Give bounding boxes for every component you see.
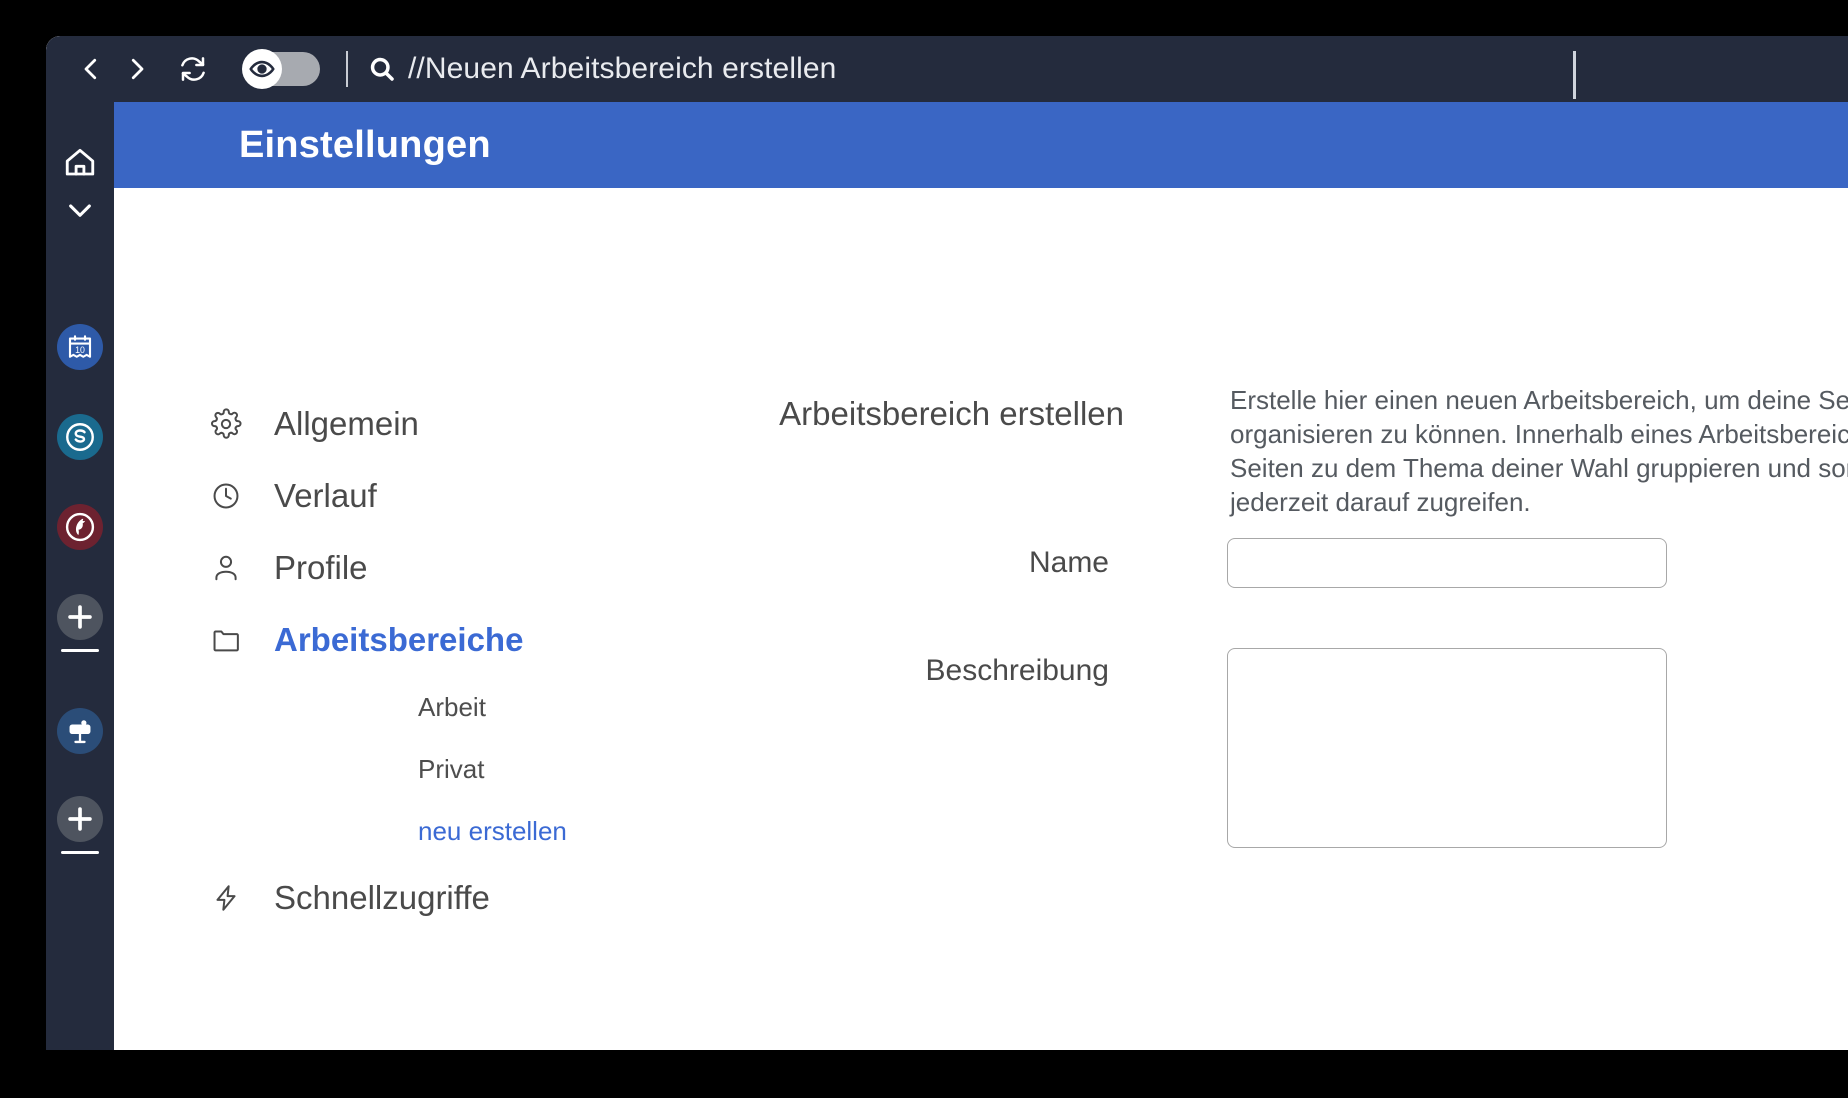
form-description: Erstelle hier einen neuen Arbeitsbereich… — [1230, 385, 1848, 517]
workspace-label: Arbeit — [418, 691, 486, 722]
settings-content: Allgemein Verlauf Profile Arbeitsbereich… — [114, 188, 1848, 1050]
sidebar-item-arbeitsbereiche[interactable]: Arbeitsbereiche — [210, 604, 670, 676]
workspace-label: Privat — [418, 753, 485, 784]
folder-icon — [210, 624, 252, 656]
svg-text:10: 10 — [75, 345, 85, 355]
reload-button[interactable] — [170, 46, 216, 92]
eye-icon — [242, 49, 282, 89]
person-icon — [210, 552, 252, 584]
rail-separator — [61, 851, 99, 854]
bolt-icon — [210, 882, 252, 914]
forward-button[interactable] — [114, 46, 160, 92]
settings-header-bar: Einstellungen — [114, 102, 1848, 188]
privacy-toggle[interactable] — [242, 49, 320, 89]
text-cursor — [1573, 51, 1576, 99]
sidebar-item-allgemein[interactable]: Allgemein — [210, 388, 670, 460]
add-icon[interactable] — [57, 796, 103, 842]
workspace-label: neu erstellen — [418, 815, 567, 846]
app-window: //Neuen Arbeitsbereich erstellen 10 Eins… — [46, 36, 1848, 1050]
workspace-item-arbeit[interactable]: Arbeit — [210, 676, 670, 738]
back-button[interactable] — [68, 46, 114, 92]
gear-icon — [210, 408, 252, 440]
sidebar-item-label: Allgemein — [274, 405, 419, 442]
description-textarea[interactable] — [1227, 648, 1667, 848]
workspace-create-link[interactable]: neu erstellen — [210, 800, 670, 862]
clock-icon — [210, 480, 252, 512]
description-field-label: Beschreibung — [925, 654, 1109, 687]
search-input[interactable]: //Neuen Arbeitsbereich erstellen — [408, 52, 836, 86]
sidebar-item-verlauf[interactable]: Verlauf — [210, 460, 670, 532]
settings-nav-list: Allgemein Verlauf Profile Arbeitsbereich… — [210, 388, 670, 934]
sidebar-item-label: Verlauf — [274, 477, 377, 514]
sidebar-item-profile[interactable]: Profile — [210, 532, 670, 604]
search-icon — [368, 55, 396, 83]
rail-separator — [61, 649, 99, 652]
sidebar-item-schnellzugriffe[interactable]: Schnellzugriffe — [210, 862, 670, 934]
add-icon[interactable] — [57, 594, 103, 640]
home-icon[interactable] — [56, 138, 104, 186]
name-input[interactable] — [1227, 538, 1667, 588]
calendar-icon[interactable]: 10 — [57, 324, 103, 370]
toolbar-divider — [346, 51, 348, 87]
sidebar-item-label: Schnellzugriffe — [274, 879, 490, 916]
chevron-down-icon[interactable] — [56, 186, 104, 234]
form-heading: Arbeitsbereich erstellen — [779, 395, 1124, 432]
workspace-item-privat[interactable]: Privat — [210, 738, 670, 800]
skype-icon[interactable] — [57, 414, 103, 460]
dog-icon[interactable] — [57, 504, 103, 550]
sidebar-item-label: Arbeitsbereiche — [274, 621, 524, 658]
page-title: Einstellungen — [239, 123, 491, 166]
app-icon-rail: 10 — [46, 102, 114, 1050]
sidebar-item-label: Profile — [274, 549, 368, 586]
browser-toolbar: //Neuen Arbeitsbereich erstellen — [46, 36, 1848, 102]
presentation-icon[interactable] — [57, 708, 103, 754]
name-field-label: Name — [1028, 546, 1109, 579]
